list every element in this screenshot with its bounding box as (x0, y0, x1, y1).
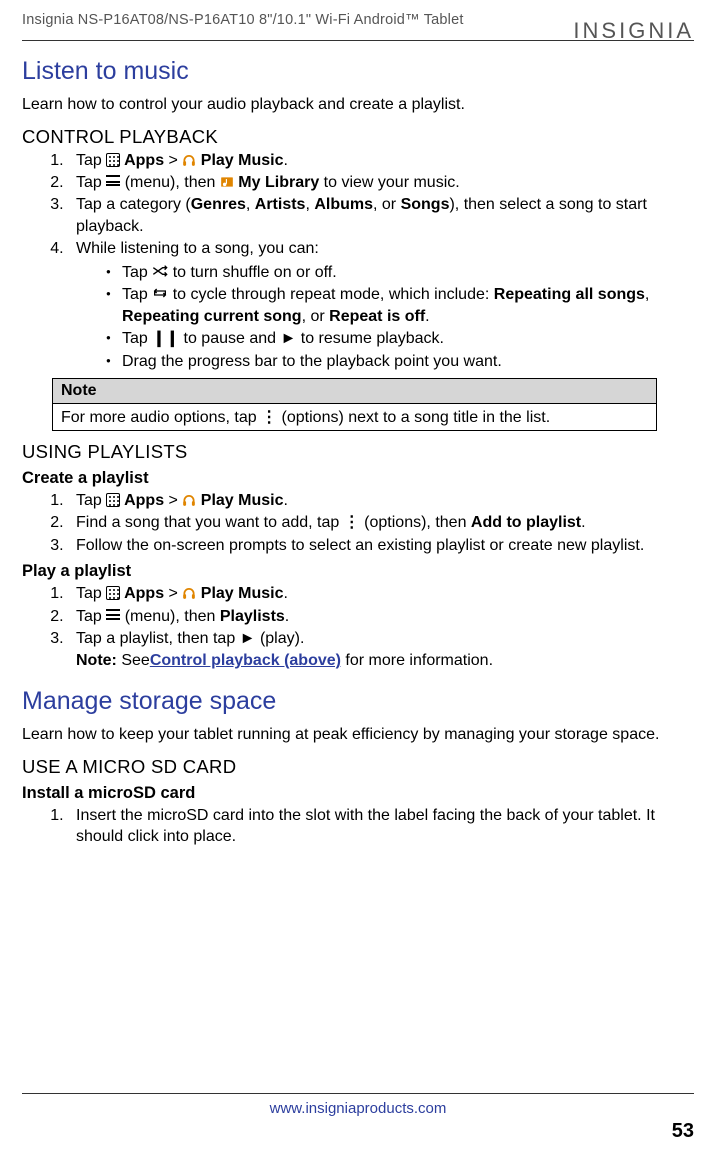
brand-logo: INSIGNIA (573, 18, 694, 44)
install-sd-steps: Insert the microSD card into the slot wi… (22, 805, 694, 848)
list-item: Follow the on-screen prompts to select a… (68, 535, 694, 556)
repeat-icon (152, 286, 168, 303)
menu-icon (106, 175, 120, 189)
menu-icon (106, 609, 120, 623)
list-item: Drag the progress bar to the playback po… (106, 351, 694, 372)
headphones-icon (182, 585, 196, 602)
control-playback-steps: Tap Apps > Play Music. Tap (menu), then … (22, 150, 694, 372)
apps-icon (106, 153, 120, 167)
pause-icon: ❙❙ (152, 330, 179, 347)
list-item: While listening to a song, you can: Tap … (68, 238, 694, 372)
list-item: Tap to cycle through repeat mode, which … (106, 284, 694, 327)
note-body: For more audio options, tap ⋮ (options) … (53, 403, 657, 430)
subsection-control-playback: CONTROL PLAYBACK (22, 126, 694, 148)
playback-options: Tap to turn shuffle on or off. Tap to cy… (76, 262, 694, 372)
create-playlist-steps: Tap Apps > Play Music. Find a song that … (22, 490, 694, 556)
note-label: Note (53, 378, 657, 403)
list-item: Insert the microSD card into the slot wi… (68, 805, 694, 848)
storage-intro: Learn how to keep your tablet running at… (22, 724, 694, 746)
list-item: Tap (menu), then My Library to view your… (68, 172, 694, 193)
section-listen-to-music: Listen to music (22, 57, 694, 86)
list-item: Tap Apps > Play Music. (68, 490, 694, 511)
headphones-icon (182, 152, 196, 169)
list-item: Find a song that you want to add, tap ⋮ … (68, 512, 694, 533)
shuffle-icon (152, 264, 168, 281)
list-item: Tap a playlist, then tap ► (play). Note:… (68, 628, 694, 671)
section-manage-storage: Manage storage space (22, 687, 694, 716)
product-identifier: Insignia NS-P16AT08/NS-P16AT10 8"/10.1" … (22, 12, 464, 28)
apps-icon (106, 586, 120, 600)
control-playback-link[interactable]: Control playback (above) (150, 652, 341, 669)
install-sd-title: Install a microSD card (22, 784, 694, 803)
options-icon: ⋮ (261, 409, 277, 426)
page-header: Insignia NS-P16AT08/NS-P16AT10 8"/10.1" … (22, 12, 694, 38)
footer-link[interactable]: www.insigniaproducts.com (270, 1100, 447, 1117)
play-playlist-title: Play a playlist (22, 562, 694, 581)
subsection-micro-sd: USE A MICRO SD CARD (22, 756, 694, 778)
options-icon: ⋮ (344, 514, 360, 531)
footer-rule (22, 1093, 694, 1094)
list-item: Tap Apps > Play Music. (68, 150, 694, 171)
apps-icon (106, 493, 120, 507)
list-item: Tap Apps > Play Music. (68, 583, 694, 604)
subsection-using-playlists: USING PLAYLISTS (22, 441, 694, 463)
page-footer: www.insigniaproducts.com 53 (22, 1093, 694, 1143)
music-intro: Learn how to control your audio playback… (22, 94, 694, 116)
create-playlist-title: Create a playlist (22, 469, 694, 488)
note-box: Note For more audio options, tap ⋮ (opti… (52, 378, 657, 431)
play-playlist-steps: Tap Apps > Play Music. Tap (menu), then … (22, 583, 694, 671)
list-item: Tap to turn shuffle on or off. (106, 262, 694, 283)
list-item: Tap (menu), then Playlists. (68, 606, 694, 627)
page-number: 53 (22, 1120, 694, 1143)
my-library-icon (220, 174, 234, 191)
list-item: Tap a category (Genres, Artists, Albums,… (68, 194, 694, 237)
list-item: Tap ❙❙ to pause and ► to resume playback… (106, 328, 694, 349)
headphones-icon (182, 492, 196, 509)
